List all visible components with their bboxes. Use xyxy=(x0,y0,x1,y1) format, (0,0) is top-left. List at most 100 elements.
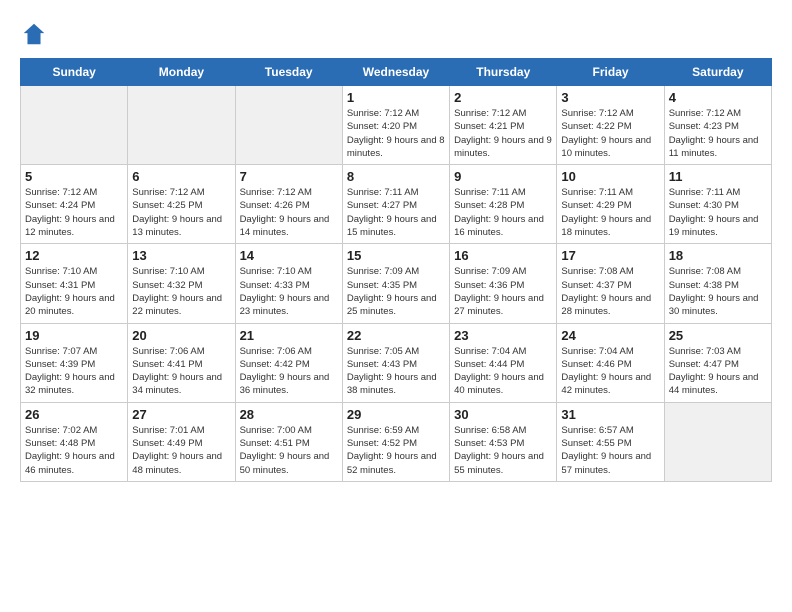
day-number: 16 xyxy=(454,248,552,263)
day-number: 3 xyxy=(561,90,659,105)
day-number: 13 xyxy=(132,248,230,263)
calendar-cell: 11 Sunrise: 7:11 AMSunset: 4:30 PMDayligh… xyxy=(664,165,771,244)
cell-daylight-info: Sunrise: 7:06 AMSunset: 4:41 PMDaylight:… xyxy=(132,345,230,398)
calendar-cell: 26 Sunrise: 7:02 AMSunset: 4:48 PMDayligh… xyxy=(21,402,128,481)
calendar-cell: 21 Sunrise: 7:06 AMSunset: 4:42 PMDayligh… xyxy=(235,323,342,402)
calendar-cell: 10 Sunrise: 7:11 AMSunset: 4:29 PMDayligh… xyxy=(557,165,664,244)
cell-daylight-info: Sunrise: 7:12 AMSunset: 4:25 PMDaylight:… xyxy=(132,186,230,239)
cell-daylight-info: Sunrise: 7:00 AMSunset: 4:51 PMDaylight:… xyxy=(240,424,338,477)
cell-daylight-info: Sunrise: 7:11 AMSunset: 4:28 PMDaylight:… xyxy=(454,186,552,239)
cell-daylight-info: Sunrise: 7:08 AMSunset: 4:37 PMDaylight:… xyxy=(561,265,659,318)
week-row-2: 5Sunrise: 7:12 AMSunset: 4:24 PMDaylight… xyxy=(21,165,772,244)
day-header-friday: Friday xyxy=(557,59,664,86)
day-number: 31 xyxy=(561,407,659,422)
week-row-5: 26 Sunrise: 7:02 AMSunset: 4:48 PMDayligh… xyxy=(21,402,772,481)
day-header-sunday: Sunday xyxy=(21,59,128,86)
calendar-cell: 6 Sunrise: 7:12 AMSunset: 4:25 PMDaylight… xyxy=(128,165,235,244)
cell-daylight-info: Sunrise: 7:10 AMSunset: 4:31 PMDaylight:… xyxy=(25,265,123,318)
calendar-cell: 31Sunrise: 6:57 AMSunset: 4:55 PMDayligh… xyxy=(557,402,664,481)
page-header xyxy=(20,20,772,48)
calendar-cell: 13 Sunrise: 7:10 AMSunset: 4:32 PMDayligh… xyxy=(128,244,235,323)
calendar-cell xyxy=(235,86,342,165)
day-number: 22 xyxy=(347,328,445,343)
day-number: 20 xyxy=(132,328,230,343)
cell-daylight-info: Sunrise: 7:12 AMSunset: 4:20 PMDaylight:… xyxy=(347,107,445,160)
day-number: 14 xyxy=(240,248,338,263)
calendar-cell xyxy=(21,86,128,165)
cell-daylight-info: Sunrise: 7:04 AMSunset: 4:44 PMDaylight:… xyxy=(454,345,552,398)
calendar-cell: 25Sunrise: 7:03 AMSunset: 4:47 PMDayligh… xyxy=(664,323,771,402)
calendar-cell: 1 Sunrise: 7:12 AMSunset: 4:20 PMDaylight… xyxy=(342,86,449,165)
cell-daylight-info: Sunrise: 7:12 AMSunset: 4:22 PMDaylight:… xyxy=(561,107,659,160)
calendar-cell: 2 Sunrise: 7:12 AMSunset: 4:21 PMDaylight… xyxy=(450,86,557,165)
day-number: 21 xyxy=(240,328,338,343)
cell-daylight-info: Sunrise: 7:10 AMSunset: 4:33 PMDaylight:… xyxy=(240,265,338,318)
calendar-cell: 22Sunrise: 7:05 AMSunset: 4:43 PMDayligh… xyxy=(342,323,449,402)
day-number: 11 xyxy=(669,169,767,184)
day-header-wednesday: Wednesday xyxy=(342,59,449,86)
day-number: 26 xyxy=(25,407,123,422)
calendar-cell: 12 Sunrise: 7:10 AMSunset: 4:31 PMDayligh… xyxy=(21,244,128,323)
cell-daylight-info: Sunrise: 7:02 AMSunset: 4:48 PMDaylight:… xyxy=(25,424,123,477)
cell-daylight-info: Sunrise: 7:11 AMSunset: 4:27 PMDaylight:… xyxy=(347,186,445,239)
cell-daylight-info: Sunrise: 6:58 AMSunset: 4:53 PMDaylight:… xyxy=(454,424,552,477)
day-header-monday: Monday xyxy=(128,59,235,86)
calendar-cell: 14 Sunrise: 7:10 AMSunset: 4:33 PMDayligh… xyxy=(235,244,342,323)
calendar-cell: 27 Sunrise: 7:01 AMSunset: 4:49 PMDayligh… xyxy=(128,402,235,481)
calendar-cell: 30 Sunrise: 6:58 AMSunset: 4:53 PMDayligh… xyxy=(450,402,557,481)
calendar-cell: 17Sunrise: 7:08 AMSunset: 4:37 PMDayligh… xyxy=(557,244,664,323)
day-number: 4 xyxy=(669,90,767,105)
day-number: 10 xyxy=(561,169,659,184)
calendar-cell: 24Sunrise: 7:04 AMSunset: 4:46 PMDayligh… xyxy=(557,323,664,402)
cell-daylight-info: Sunrise: 7:10 AMSunset: 4:32 PMDaylight:… xyxy=(132,265,230,318)
cell-daylight-info: Sunrise: 7:12 AMSunset: 4:26 PMDaylight:… xyxy=(240,186,338,239)
day-number: 23 xyxy=(454,328,552,343)
calendar-cell: 3 Sunrise: 7:12 AMSunset: 4:22 PMDaylight… xyxy=(557,86,664,165)
day-number: 8 xyxy=(347,169,445,184)
day-number: 27 xyxy=(132,407,230,422)
cell-daylight-info: Sunrise: 7:12 AMSunset: 4:21 PMDaylight:… xyxy=(454,107,552,160)
cell-daylight-info: Sunrise: 7:09 AMSunset: 4:35 PMDaylight:… xyxy=(347,265,445,318)
week-row-4: 19Sunrise: 7:07 AMSunset: 4:39 PMDayligh… xyxy=(21,323,772,402)
calendar-cell: 20 Sunrise: 7:06 AMSunset: 4:41 PMDayligh… xyxy=(128,323,235,402)
day-number: 9 xyxy=(454,169,552,184)
calendar-cell: 9 Sunrise: 7:11 AMSunset: 4:28 PMDaylight… xyxy=(450,165,557,244)
logo-icon xyxy=(20,20,48,48)
cell-daylight-info: Sunrise: 7:08 AMSunset: 4:38 PMDaylight:… xyxy=(669,265,767,318)
cell-daylight-info: Sunrise: 6:59 AMSunset: 4:52 PMDaylight:… xyxy=(347,424,445,477)
calendar-cell: 5Sunrise: 7:12 AMSunset: 4:24 PMDaylight… xyxy=(21,165,128,244)
day-number: 15 xyxy=(347,248,445,263)
calendar-cell: 15 Sunrise: 7:09 AMSunset: 4:35 PMDayligh… xyxy=(342,244,449,323)
day-header-thursday: Thursday xyxy=(450,59,557,86)
day-number: 30 xyxy=(454,407,552,422)
day-number: 2 xyxy=(454,90,552,105)
calendar-cell: 8 Sunrise: 7:11 AMSunset: 4:27 PMDaylight… xyxy=(342,165,449,244)
day-header-row: SundayMondayTuesdayWednesdayThursdayFrid… xyxy=(21,59,772,86)
day-number: 1 xyxy=(347,90,445,105)
day-number: 6 xyxy=(132,169,230,184)
cell-daylight-info: Sunrise: 7:12 AMSunset: 4:24 PMDaylight:… xyxy=(25,186,123,239)
day-number: 28 xyxy=(240,407,338,422)
cell-daylight-info: Sunrise: 7:06 AMSunset: 4:42 PMDaylight:… xyxy=(240,345,338,398)
day-header-tuesday: Tuesday xyxy=(235,59,342,86)
calendar-cell: 23 Sunrise: 7:04 AMSunset: 4:44 PMDayligh… xyxy=(450,323,557,402)
cell-daylight-info: Sunrise: 7:11 AMSunset: 4:30 PMDaylight:… xyxy=(669,186,767,239)
calendar-cell xyxy=(664,402,771,481)
week-row-3: 12 Sunrise: 7:10 AMSunset: 4:31 PMDayligh… xyxy=(21,244,772,323)
logo xyxy=(20,20,52,48)
calendar-cell: 7Sunrise: 7:12 AMSunset: 4:26 PMDaylight… xyxy=(235,165,342,244)
calendar-cell: 19Sunrise: 7:07 AMSunset: 4:39 PMDayligh… xyxy=(21,323,128,402)
cell-daylight-info: Sunrise: 7:07 AMSunset: 4:39 PMDaylight:… xyxy=(25,345,123,398)
day-number: 24 xyxy=(561,328,659,343)
calendar-cell: 16 Sunrise: 7:09 AMSunset: 4:36 PMDayligh… xyxy=(450,244,557,323)
cell-daylight-info: Sunrise: 7:01 AMSunset: 4:49 PMDaylight:… xyxy=(132,424,230,477)
day-number: 29 xyxy=(347,407,445,422)
day-header-saturday: Saturday xyxy=(664,59,771,86)
cell-daylight-info: Sunrise: 7:09 AMSunset: 4:36 PMDaylight:… xyxy=(454,265,552,318)
cell-daylight-info: Sunrise: 7:11 AMSunset: 4:29 PMDaylight:… xyxy=(561,186,659,239)
day-number: 18 xyxy=(669,248,767,263)
day-number: 25 xyxy=(669,328,767,343)
calendar-table: SundayMondayTuesdayWednesdayThursdayFrid… xyxy=(20,58,772,482)
cell-daylight-info: Sunrise: 7:12 AMSunset: 4:23 PMDaylight:… xyxy=(669,107,767,160)
day-number: 12 xyxy=(25,248,123,263)
